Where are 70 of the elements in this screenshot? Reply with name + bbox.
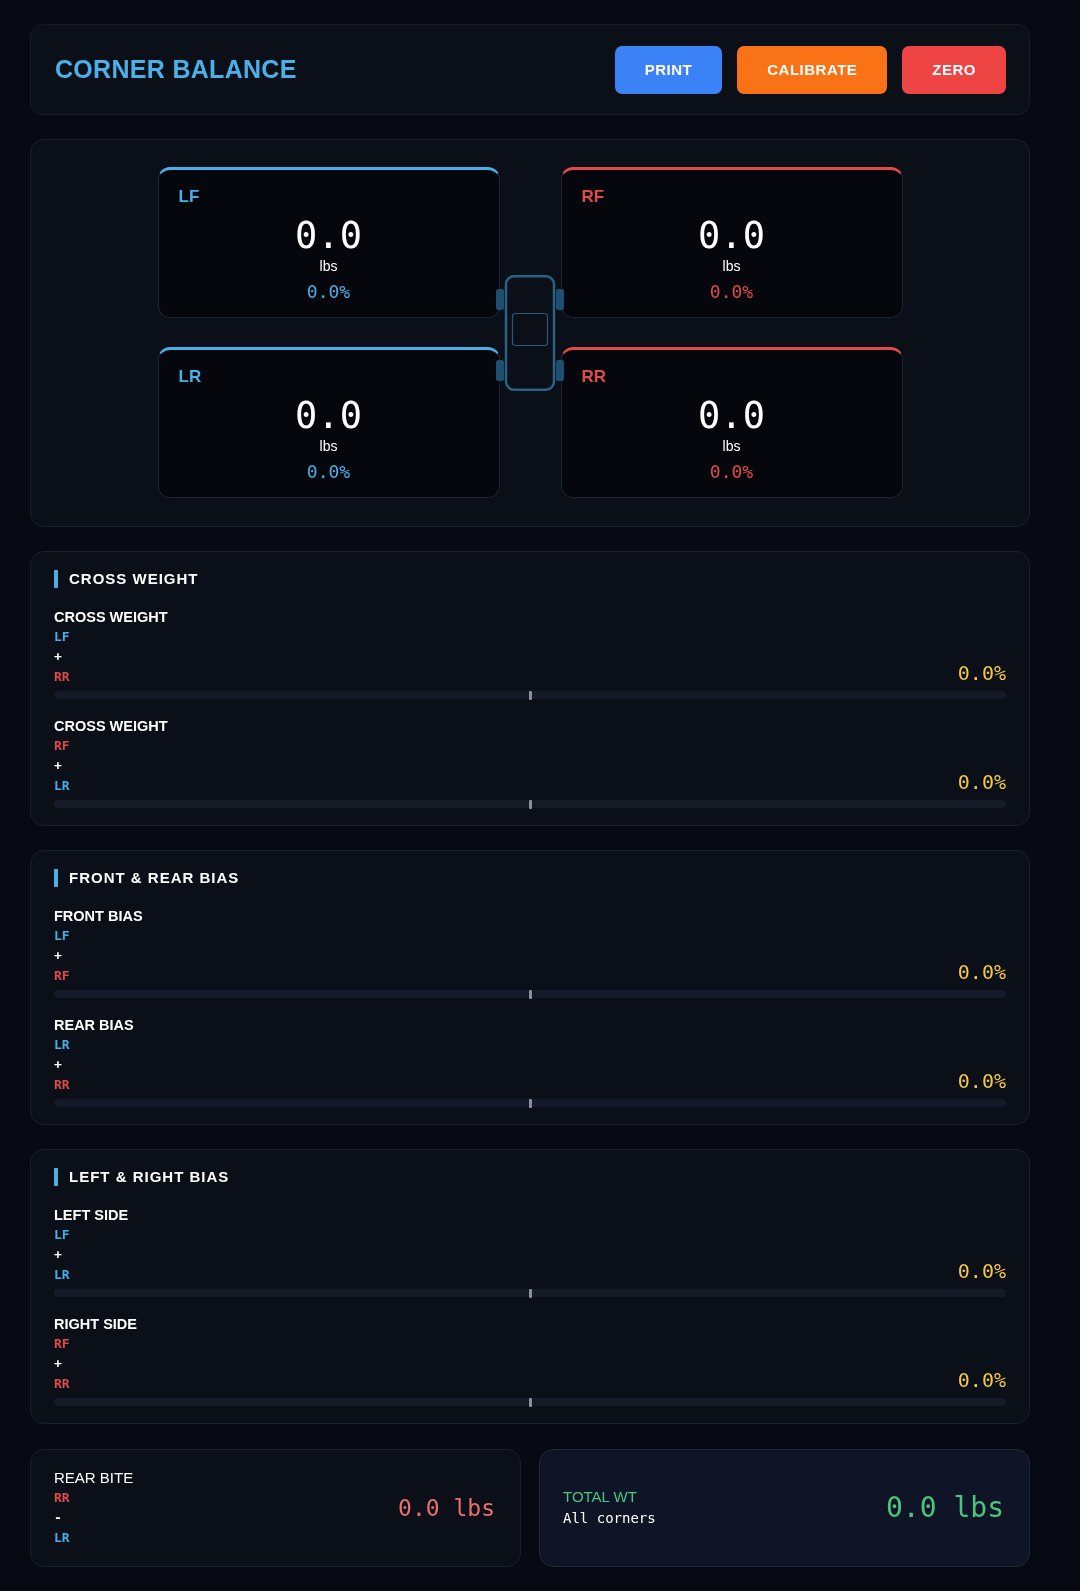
page-title: CORNER BALANCE [55, 55, 297, 84]
accent-bar-icon [54, 869, 58, 887]
section-title: FRONT & REAR BIAS [69, 868, 240, 888]
action-button[interactable]: ZERO [902, 45, 1006, 94]
summary-title: REAR BITE [54, 1468, 134, 1488]
metric-value: 0.0% [957, 661, 1006, 685]
unit-label: lbs [722, 438, 741, 454]
formula-term: LF [54, 1226, 70, 1244]
metric-value: 0.0% [957, 770, 1006, 794]
percent-value: 0.0% [306, 461, 351, 483]
unit-label: lbs [319, 258, 338, 274]
metric-label: REAR BIAS [54, 1016, 134, 1035]
summary-subtitle: All corners [563, 1509, 656, 1528]
formula-term: RF [54, 737, 70, 755]
summary-title: TOTAL WT [563, 1487, 637, 1507]
metric-value: 0.0% [957, 960, 1006, 984]
formula-term: RR [54, 1489, 70, 1507]
percent-value: 0.0% [709, 461, 754, 483]
corner-label: LF [178, 186, 200, 208]
accent-bar-icon [54, 1168, 58, 1186]
section-title: CROSS WEIGHT [69, 569, 199, 589]
unit-label: lbs [319, 438, 338, 454]
formula-term: RR [54, 668, 70, 686]
formula-term: + [54, 648, 62, 666]
summary-value: 0.0 lbs [886, 1491, 1004, 1525]
metric-label: FRONT BIAS [54, 907, 143, 926]
center-mark-icon [528, 691, 532, 700]
formula-term: RF [54, 1335, 70, 1353]
weight-value: 0.0 [698, 394, 765, 438]
weight-value: 0.0 [295, 214, 362, 258]
formula-term: + [54, 757, 62, 775]
center-mark-icon [528, 1398, 532, 1407]
formula-term: LF [54, 927, 70, 945]
formula-term: LF [54, 628, 70, 646]
formula-term: LR [54, 1036, 70, 1054]
formula-term: LR [54, 1266, 70, 1284]
corner-label: LR [178, 366, 202, 388]
unit-label: lbs [722, 258, 741, 274]
metric-label: CROSS WEIGHT [54, 608, 168, 627]
formula-term: LR [54, 777, 70, 795]
metric-value: 0.0% [957, 1069, 1006, 1093]
corner-label: RF [581, 186, 605, 208]
formula-term: RR [54, 1375, 70, 1393]
formula-term: LR [54, 1529, 70, 1547]
section-title: LEFT & RIGHT BIAS [69, 1167, 230, 1187]
percent-value: 0.0% [306, 281, 351, 303]
center-mark-icon [528, 1099, 532, 1108]
formula-term: + [54, 947, 62, 965]
weight-value: 0.0 [698, 214, 765, 258]
formula-term: RF [54, 967, 70, 985]
metric-label: CROSS WEIGHT [54, 717, 168, 736]
metric-value: 0.0% [957, 1368, 1006, 1392]
formula-term: + [54, 1355, 62, 1373]
corner-label: RR [581, 366, 607, 388]
formula-term: RR [54, 1076, 70, 1094]
center-mark-icon [528, 1289, 532, 1298]
action-button[interactable]: CALIBRATE [737, 45, 888, 94]
formula-term: + [54, 1056, 62, 1074]
percent-value: 0.0% [709, 281, 754, 303]
summary-value: 0.0 lbs [398, 1494, 495, 1523]
formula-term: + [54, 1246, 62, 1264]
center-mark-icon [528, 990, 532, 999]
metric-label: RIGHT SIDE [54, 1315, 137, 1334]
metric-label: LEFT SIDE [54, 1206, 129, 1225]
accent-bar-icon [54, 570, 58, 588]
weight-value: 0.0 [295, 394, 362, 438]
center-mark-icon [528, 800, 532, 809]
formula-term: - [54, 1509, 62, 1527]
metric-value: 0.0% [957, 1259, 1006, 1283]
action-button[interactable]: PRINT [614, 45, 723, 94]
